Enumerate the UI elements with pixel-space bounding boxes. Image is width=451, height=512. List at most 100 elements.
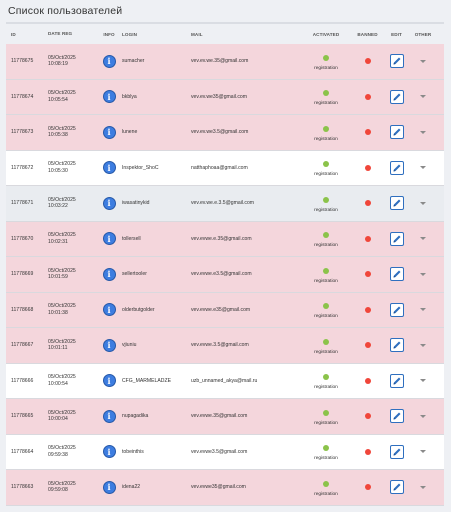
green-dot-icon (323, 338, 329, 345)
chevron-down-icon[interactable] (420, 166, 426, 170)
chevron-down-icon[interactable] (420, 343, 426, 347)
date-reg: 05/Oct/2025 10:00:04 (48, 410, 96, 423)
red-dot-icon[interactable] (364, 484, 371, 491)
chevron-down-icon[interactable] (420, 237, 426, 241)
chevron-down-icon[interactable] (420, 95, 426, 99)
chevron-down-icon[interactable] (420, 379, 426, 383)
activated-status: registration (301, 194, 351, 213)
info-icon[interactable]: i (102, 480, 116, 494)
chevron-down-icon[interactable] (420, 450, 426, 454)
column-header-activated[interactable]: ACTIVATED (301, 32, 351, 37)
pencil-icon (393, 448, 400, 456)
column-header-banned[interactable]: BANNED (351, 32, 384, 37)
user-id: 11778669 (11, 271, 34, 278)
table-row: 11778672 05/Oct/2025 10:05:30 i Inspekto… (6, 150, 444, 186)
edit-button[interactable] (389, 89, 404, 104)
edit-button[interactable] (389, 54, 404, 69)
edit-button[interactable] (389, 480, 404, 495)
green-dot-icon (323, 445, 329, 452)
date-reg-time: 10:01:59 (48, 274, 68, 281)
red-dot-icon[interactable] (364, 448, 371, 455)
info-icon[interactable]: i (102, 338, 116, 352)
edit-button[interactable] (389, 302, 404, 317)
date-reg-time: 10:02:31 (48, 238, 68, 245)
red-dot-icon[interactable] (364, 342, 371, 349)
red-dot-icon[interactable] (364, 235, 371, 242)
edit-button[interactable] (389, 125, 404, 140)
edit-button[interactable] (389, 196, 404, 211)
green-dot-icon (323, 374, 329, 381)
table-row: 11778670 05/Oct/2025 10:02:31 i tollerse… (6, 221, 444, 257)
edit-button[interactable] (389, 444, 404, 459)
red-dot-icon[interactable] (364, 377, 371, 384)
info-icon[interactable]: i (102, 125, 116, 139)
info-icon[interactable]: i (102, 232, 116, 246)
chevron-down-icon[interactable] (420, 485, 426, 489)
date-reg-time: 10:01:11 (48, 345, 68, 352)
user-login: sellertooler (122, 271, 147, 278)
edit-button[interactable] (389, 267, 404, 282)
edit-button[interactable] (389, 409, 404, 424)
user-login: Inspektor_ShoC (122, 164, 159, 171)
red-dot-icon[interactable] (364, 271, 371, 278)
activated-label: registration (314, 491, 338, 497)
chevron-down-icon[interactable] (420, 308, 426, 312)
info-icon[interactable]: i (102, 445, 116, 459)
table-row: 11778675 05/Oct/2025 10:08:19 i sumacher… (6, 44, 444, 80)
edit-button[interactable] (389, 338, 404, 353)
chevron-down-icon[interactable] (420, 59, 426, 63)
green-dot-icon (323, 90, 329, 97)
activated-status: registration (301, 407, 351, 426)
user-id: 11778672 (11, 164, 34, 171)
chevron-down-icon[interactable] (420, 201, 426, 205)
red-dot-icon[interactable] (364, 306, 371, 313)
column-header-login[interactable]: LOGIN (122, 32, 191, 37)
info-icon[interactable]: i (102, 196, 116, 210)
activated-status: registration (301, 123, 351, 142)
table-row: 11778665 05/Oct/2025 10:00:04 i nupagadi… (6, 399, 444, 435)
info-icon[interactable]: i (102, 267, 116, 281)
red-dot-icon[interactable] (364, 200, 371, 207)
info-icon[interactable]: i (102, 374, 116, 388)
green-dot-icon (323, 303, 329, 310)
user-login: lunene (122, 129, 138, 136)
info-icon[interactable]: i (102, 90, 116, 104)
page-title: Список пользователей (8, 5, 123, 17)
activated-status: registration (301, 478, 351, 497)
user-mail: uzb_unnamed_akya@mail.ru (191, 377, 258, 384)
user-login: iwasatinykid (122, 200, 150, 207)
edit-button[interactable] (389, 373, 404, 388)
activated-label: registration (314, 349, 338, 355)
user-mail: vev.ev.we3.5@gmail.com (191, 129, 249, 136)
activated-label: registration (314, 456, 338, 462)
date-reg-time: 10:00:54 (48, 380, 68, 387)
date-reg: 05/Oct/2025 09:59:08 (48, 481, 96, 494)
info-icon[interactable]: i (102, 409, 116, 423)
red-dot-icon[interactable] (364, 129, 371, 136)
info-icon[interactable]: i (102, 161, 116, 175)
edit-button[interactable] (389, 160, 404, 175)
user-mail: vev.evwe35@gmail.com (191, 484, 246, 491)
pencil-icon (393, 235, 400, 243)
column-header-date-reg[interactable]: DATE REG (48, 31, 96, 37)
column-header-id[interactable]: ID (6, 32, 48, 37)
red-dot-icon[interactable] (364, 58, 371, 65)
info-icon[interactable]: i (102, 54, 116, 68)
date-reg: 05/Oct/2025 10:00:54 (48, 374, 96, 387)
pencil-icon (393, 199, 400, 207)
date-reg-time: 10:03:22 (48, 203, 68, 210)
table-row: 11778668 05/Oct/2025 10:01:38 i olderbut… (6, 292, 444, 328)
info-icon[interactable]: i (102, 303, 116, 317)
pencil-icon (393, 377, 400, 385)
user-id: 11778666 (11, 377, 34, 384)
chevron-down-icon[interactable] (420, 272, 426, 276)
red-dot-icon[interactable] (364, 164, 371, 171)
table-row: 11778671 05/Oct/2025 10:03:22 i iwasatin… (6, 186, 444, 222)
red-dot-icon[interactable] (364, 93, 371, 100)
edit-button[interactable] (389, 231, 404, 246)
column-header-mail[interactable]: MAIL (191, 32, 301, 37)
red-dot-icon[interactable] (364, 413, 371, 420)
chevron-down-icon[interactable] (420, 130, 426, 134)
chevron-down-icon[interactable] (420, 414, 426, 418)
date-reg-time: 09:59:08 (48, 487, 68, 494)
